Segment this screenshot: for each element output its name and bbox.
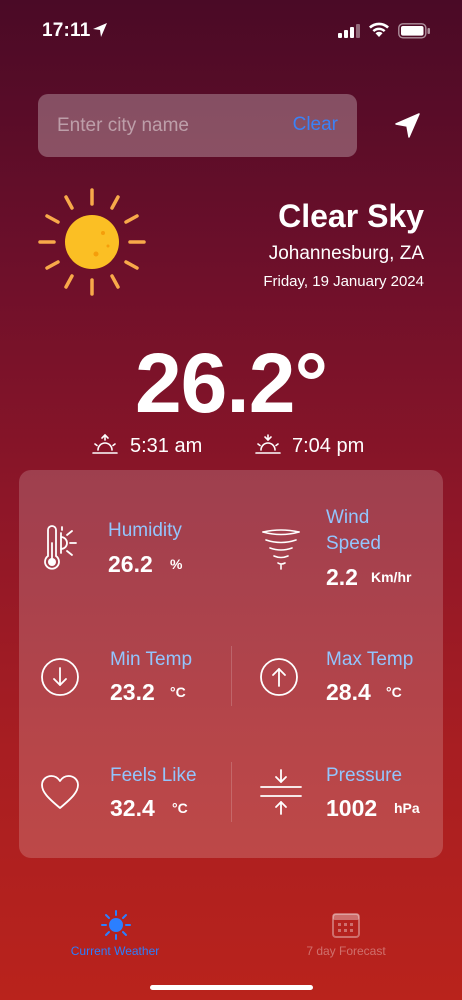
battery-icon [398, 23, 430, 39]
location-services-icon [93, 23, 107, 37]
weather-details-panel: Humidity 26.2 % Wind Speed 2.2 Km/hr Min… [19, 470, 443, 858]
min-temp-unit: °C [170, 684, 186, 700]
city-name: Johannesburg, ZA [268, 243, 424, 264]
tab-current-weather-label: Current Weather [70, 944, 160, 958]
pressure-value: 1002 [326, 795, 378, 821]
wind-label-line2: Speed [326, 533, 381, 554]
thermometer-humidity-icon [44, 525, 77, 570]
wind-unit: Km/hr [371, 569, 412, 585]
humidity-label: Humidity [108, 520, 182, 541]
pressure-unit: hPa [394, 800, 420, 816]
tab-bar: Current Weather 7 day Forecast [0, 895, 462, 965]
humidity-value: 26.2 [108, 551, 153, 577]
min-temp-label: Min Temp [110, 649, 193, 670]
divider [231, 762, 232, 822]
sunset-icon [255, 434, 281, 454]
pressure-label: Pressure [326, 765, 403, 786]
min-temp-value: 23.2 [110, 679, 155, 705]
weather-condition: Clear Sky [278, 198, 424, 234]
divider [231, 646, 232, 706]
status-bar: 17:11 [0, 0, 462, 60]
wind-label-line1: Wind [326, 507, 370, 528]
feels-like-value: 32.4 [110, 795, 155, 821]
clear-button[interactable]: Clear [293, 114, 338, 136]
tab-current-weather[interactable]: Current Weather [55, 895, 175, 965]
clear-sky-sun-icon [38, 188, 146, 296]
calendar-icon [332, 913, 360, 938]
heart-icon [41, 775, 79, 809]
home-indicator[interactable] [150, 985, 313, 990]
sunrise-icon [92, 433, 118, 454]
feels-like-label: Feels Like [110, 765, 197, 786]
arrow-down-circle-icon [41, 658, 79, 696]
city-search-input[interactable] [38, 94, 278, 157]
wind-tornado-icon [262, 529, 300, 570]
arrow-up-circle-icon [260, 658, 298, 696]
current-location-icon[interactable] [393, 111, 423, 141]
tab-7-day-forecast-label: 7 day Forecast [306, 944, 386, 958]
current-date: Friday, 19 January 2024 [263, 273, 424, 290]
max-temp-value: 28.4 [326, 679, 371, 705]
sun-icon [101, 910, 131, 940]
sunset-time: 7:04 pm [292, 435, 365, 457]
tab-7-day-forecast[interactable]: 7 day Forecast [286, 895, 406, 965]
cellular-signal-icon [338, 24, 360, 38]
humidity-unit: % [170, 556, 183, 572]
max-temp-unit: °C [386, 684, 402, 700]
wind-value: 2.2 [326, 564, 358, 590]
feels-like-unit: °C [172, 800, 188, 816]
current-temperature: 26.2° [134, 336, 328, 430]
city-search-box: Clear [38, 94, 357, 157]
pressure-compress-icon [260, 769, 302, 815]
status-time: 17:11 [42, 20, 91, 41]
max-temp-label: Max Temp [326, 649, 414, 670]
sunrise-time: 5:31 am [130, 435, 203, 457]
wifi-icon [369, 22, 389, 37]
